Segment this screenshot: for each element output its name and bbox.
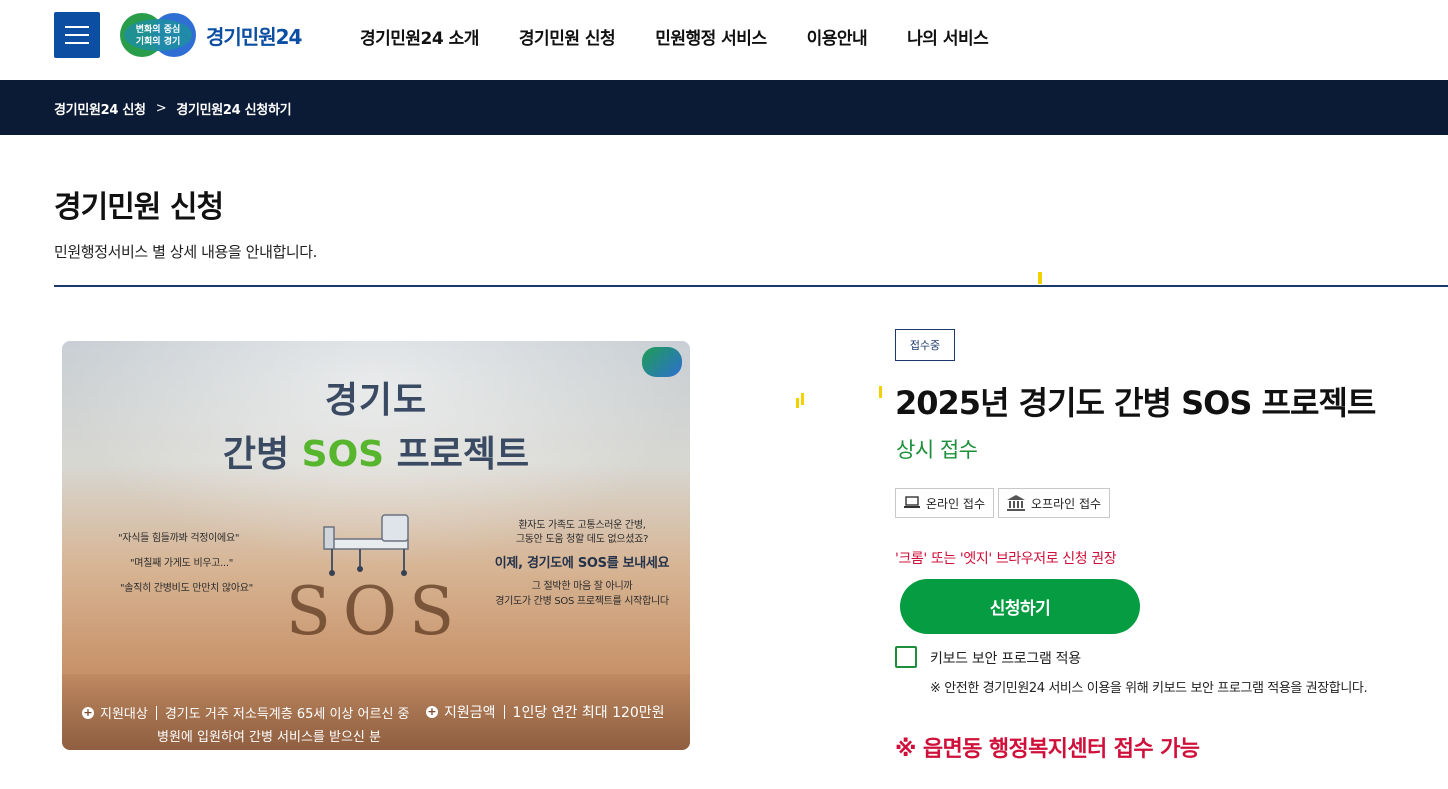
scrollbar[interactable] — [1441, 80, 1448, 135]
divider-bar — [503, 705, 505, 719]
poster-target-label: 지원대상 — [100, 707, 148, 722]
logo-text: 경기민원24 — [206, 24, 302, 49]
section-divider — [54, 285, 1448, 287]
site-logo[interactable]: 변화의 중심 기회의 경기 경기민원24 — [120, 12, 302, 58]
hamburger-line — [65, 42, 89, 44]
plus-icon: + — [426, 705, 438, 718]
decorative-mark — [879, 386, 882, 398]
menu-hamburger-button[interactable] — [54, 12, 100, 58]
page-title: 경기민원 신청 — [54, 190, 224, 225]
logo-badge-line1: 변화의 중심 — [136, 23, 181, 35]
poster-target: + 지원대상 경기도 거주 저소득계층 65세 이상 어르신 중 — [82, 703, 410, 722]
logo-badge-line2: 기회의 경기 — [136, 35, 181, 47]
breadcrumb-bar: 경기민원24 신청 > 경기민원24 신청하기 — [0, 80, 1441, 135]
poster-sand-text: SOS — [285, 573, 467, 650]
decorative-mark — [796, 398, 799, 408]
apply-button[interactable]: 신청하기 — [900, 579, 1140, 634]
poster-quote-1: "자식들 힘들까봐 걱정이에요" — [118, 533, 240, 544]
keyboard-security-checkbox[interactable] — [895, 646, 917, 668]
nav-item-apply[interactable]: 경기민원 신청 — [519, 24, 616, 49]
poster-copy-2: 그동안 도움 청할 데도 없으셨죠? — [515, 534, 649, 545]
breadcrumb-separator-icon: > — [155, 101, 167, 116]
page-description: 민원행정서비스 별 상세 내용을 안내합니다. — [54, 243, 318, 261]
logo-emblem-icon: 변화의 중심 기회의 경기 — [120, 13, 196, 57]
tag-online-label: 온라인 접수 — [926, 496, 986, 511]
service-title: 2025년 경기도 간병 SOS 프로젝트 — [895, 384, 1376, 422]
nav-item-my-service[interactable]: 나의 서비스 — [907, 24, 989, 49]
hamburger-line — [65, 26, 89, 28]
poster-copy-1: 환자도 가족도 고통스러운 간병, — [518, 520, 646, 531]
poster-title-post: 프로젝트 — [384, 434, 530, 475]
center-receipt-note: ※ 읍면동 행정복지센터 접수 가능 — [895, 737, 1200, 762]
breadcrumb-item-current: 경기민원24 신청하기 — [176, 103, 292, 118]
poster-title-highlight: SOS — [301, 434, 385, 475]
breadcrumb: 경기민원24 신청 > 경기민원24 신청하기 — [54, 99, 292, 118]
browser-recommendation-note: '크롬' 또는 '엣지' 브라우저로 신청 권장 — [895, 551, 1117, 567]
site-header: 변화의 중심 기회의 경기 경기민원24 경기민원24 소개 경기민원 신청 민… — [0, 0, 1448, 80]
poster-title-pre: 간병 — [222, 434, 302, 475]
decorative-mark — [1038, 272, 1042, 284]
poster-amount-value: 1인당 연간 최대 120만원 — [512, 705, 665, 721]
nav-item-guide[interactable]: 이용안내 — [807, 24, 868, 49]
poster-quote-2: "며칠째 가게도 비우고..." — [130, 558, 234, 569]
poster-title-line1: 경기도 — [324, 380, 428, 421]
receipt-type: 상시 접수 — [896, 438, 978, 462]
nav-item-admin-service[interactable]: 민원행정 서비스 — [655, 24, 767, 49]
decorative-mark — [801, 393, 804, 405]
tag-offline: 오프라인 접수 — [998, 488, 1111, 518]
service-poster-image: 경기도 간병 SOS 프로젝트 "자식들 힘들까봐 걱정이에요" "며칠째 가게… — [62, 341, 690, 750]
status-badge: 접수중 — [895, 329, 955, 361]
poster-title-line2: 간병 SOS 프로젝트 — [62, 425, 690, 477]
tag-offline-label: 오프라인 접수 — [1031, 496, 1102, 511]
hospital-bed-icon — [323, 514, 409, 576]
receipt-method-tags: 온라인 접수 오프라인 접수 — [895, 488, 1111, 518]
main-navigation: 경기민원24 소개 경기민원 신청 민원행정 서비스 이용안내 나의 서비스 — [360, 24, 989, 49]
hamburger-line — [65, 34, 89, 36]
tag-online: 온라인 접수 — [895, 488, 995, 518]
poster-amount: + 지원금액 1인당 연간 최대 120만원 — [426, 702, 665, 722]
keyboard-security-note: ※ 안전한 경기민원24 서비스 이용을 위해 키보드 보안 프로그램 적용을 … — [930, 681, 1368, 696]
poster-copy-3: 이제, 경기도에 SOS를 보내세요 — [494, 556, 670, 571]
keyboard-security-label[interactable]: 키보드 보안 프로그램 적용 — [930, 648, 1081, 668]
poster-target-line1: 경기도 거주 저소득계층 65세 이상 어르신 중 — [164, 707, 410, 722]
poster-target-line2: 병원에 입원하여 간병 서비스를 받으신 분 — [157, 730, 381, 745]
plus-icon: + — [82, 705, 94, 719]
breadcrumb-item-apply[interactable]: 경기민원24 신청 — [54, 99, 146, 118]
building-icon — [1007, 495, 1026, 511]
poster-amount-label: 지원금액 — [444, 705, 496, 721]
laptop-icon — [904, 496, 920, 508]
poster-footer: + 지원대상 경기도 거주 저소득계층 65세 이상 어르신 중 병원에 입원하… — [62, 674, 690, 750]
nav-item-intro[interactable]: 경기민원24 소개 — [360, 24, 479, 49]
divider-bar — [155, 705, 157, 720]
